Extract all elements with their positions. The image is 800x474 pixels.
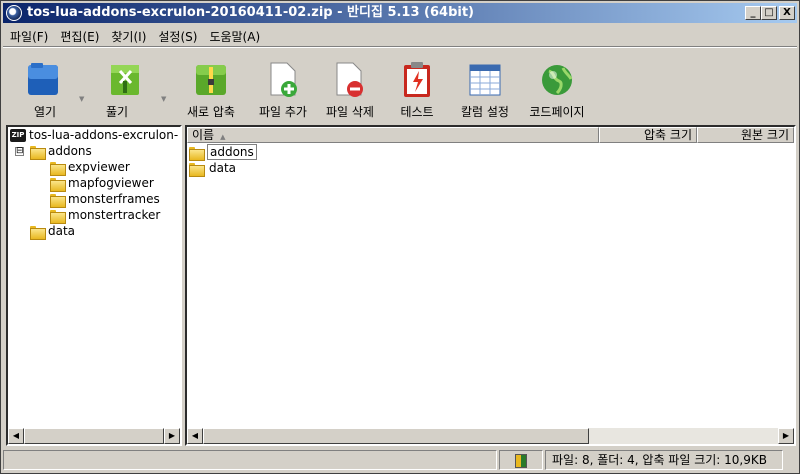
- codepage-label: 코드페이지: [529, 105, 585, 119]
- scroll-left-arrow-icon[interactable]: ◀: [187, 428, 203, 444]
- menu-find[interactable]: 찾기(I): [104, 25, 151, 45]
- folder-icon: [189, 162, 205, 177]
- test-label: 테스트: [400, 105, 434, 119]
- window-title: tos-lua-addons-excrulon-20160411-02.zip …: [27, 5, 474, 20]
- folder-icon: [50, 209, 66, 224]
- status-bar: 파일: 8, 폴더: 4, 압축 파일 크기: 10,9KB: [3, 448, 797, 472]
- delete-file-label: 파일 삭제: [326, 105, 374, 119]
- folder-icon: [50, 177, 66, 192]
- globe-icon: [542, 65, 573, 95]
- folder-icon: [50, 193, 66, 208]
- column-settings-label: 칼럼 설정: [461, 105, 509, 119]
- column-settings-icon: [469, 64, 501, 96]
- status-empty-cell: [3, 450, 497, 470]
- tree-item-label: monsterframes: [68, 192, 160, 206]
- list-item-addons[interactable]: addons: [189, 144, 257, 161]
- menu-divider: [3, 46, 797, 48]
- delete-file-icon: [336, 62, 363, 97]
- tree-root[interactable]: ZIP tos-lua-addons-excrulon-: [10, 127, 178, 143]
- delete-file-button[interactable]: 파일 삭제: [317, 49, 383, 121]
- tree-item-expviewer[interactable]: expviewer: [50, 159, 130, 176]
- menu-edit[interactable]: 편집(E): [53, 25, 104, 45]
- folder-icon: [189, 146, 205, 161]
- new-archive-label: 새로 압축: [187, 105, 235, 119]
- tree-item-monstertracker[interactable]: monstertracker: [50, 207, 161, 224]
- maximize-button[interactable]: □: [761, 6, 777, 20]
- zip-file-icon: ZIP: [10, 129, 26, 142]
- folder-icon: [30, 225, 46, 240]
- app-window: tos-lua-addons-excrulon-20160411-02.zip …: [0, 0, 800, 474]
- scrollbar-thumb[interactable]: [203, 428, 589, 444]
- title-bar[interactable]: tos-lua-addons-excrulon-20160411-02.zip …: [3, 3, 797, 23]
- column-name-label: 이름: [192, 128, 215, 142]
- test-clipboard-icon: [404, 62, 430, 97]
- tree-item-data[interactable]: data: [30, 223, 76, 240]
- folder-tree-pane[interactable]: ZIP tos-lua-addons-excrulon- ⊟ addons exp…: [6, 125, 182, 446]
- scrollbar-thumb[interactable]: [24, 428, 164, 444]
- menu-settings[interactable]: 설정(S): [151, 25, 202, 45]
- column-header-original-size[interactable]: 원본 크기: [697, 127, 794, 143]
- list-item-name: data: [209, 161, 237, 175]
- codepage-button[interactable]: 코드페이지: [523, 49, 591, 121]
- add-file-label: 파일 추가: [259, 105, 307, 119]
- close-button[interactable]: X: [779, 6, 795, 20]
- toolbar: ▼ 열기 ▼ 풀기 새로 압축 파일 추가 파일 삭제 테스트 칼럼 설정 코드…: [3, 49, 797, 123]
- test-button[interactable]: 테스트: [387, 49, 447, 121]
- folder-icon: [30, 145, 46, 160]
- scroll-right-arrow-icon[interactable]: ▶: [778, 428, 794, 444]
- menu-help[interactable]: 도움말(A): [202, 25, 265, 45]
- tree-item-label: addons: [48, 144, 92, 158]
- open-button[interactable]: ▼ 열기: [13, 49, 84, 121]
- add-file-button[interactable]: 파일 추가: [249, 49, 317, 121]
- list-item-data[interactable]: data: [189, 160, 238, 177]
- minimize-button[interactable]: _: [745, 6, 761, 20]
- scroll-right-arrow-icon[interactable]: ▶: [164, 428, 180, 444]
- extract-label: 풀기: [105, 105, 129, 119]
- open-label: 열기: [33, 105, 57, 119]
- sort-ascending-icon: ▲: [220, 133, 226, 141]
- new-archive-button[interactable]: 새로 압축: [179, 49, 243, 121]
- open-folder-icon: [28, 63, 58, 95]
- scroll-left-arrow-icon[interactable]: ◀: [8, 428, 24, 444]
- new-archive-icon: [196, 65, 226, 95]
- menu-bar: 파일(F) 편집(E) 찾기(I) 설정(S) 도움말(A): [3, 25, 797, 45]
- tree-item-label: monstertracker: [68, 208, 161, 222]
- extract-icon: [111, 65, 139, 95]
- extract-dropdown-icon[interactable]: ▼: [161, 95, 166, 103]
- status-summary: 파일: 8, 폴더: 4, 압축 파일 크기: 10,9KB: [545, 450, 783, 470]
- tree-item-label: mapfogviewer: [68, 176, 154, 190]
- list-item-name: addons: [207, 144, 257, 160]
- list-horizontal-scrollbar[interactable]: ◀ ▶: [187, 428, 794, 444]
- add-file-icon: [270, 62, 297, 97]
- file-list-pane[interactable]: 이름 ▲ 압축 크기 원본 크기 addons data ◀ ▶: [185, 125, 796, 446]
- tree-item-label: expviewer: [68, 160, 130, 174]
- status-icon-cell: [499, 450, 543, 470]
- folder-icon: [50, 161, 66, 176]
- extract-button[interactable]: ▼ 풀기: [91, 49, 166, 121]
- open-dropdown-icon[interactable]: ▼: [79, 95, 84, 103]
- tree-horizontal-scrollbar[interactable]: ◀ ▶: [8, 428, 180, 444]
- column-header-name[interactable]: 이름 ▲: [187, 127, 599, 143]
- tree-item-addons[interactable]: addons: [30, 143, 92, 160]
- menu-file[interactable]: 파일(F): [3, 25, 53, 45]
- tree-item-label: data: [48, 224, 76, 238]
- bandizip-app-icon[interactable]: [6, 5, 22, 21]
- tree-item-monsterframes[interactable]: monsterframes: [50, 191, 160, 208]
- collapse-addons-icon[interactable]: ⊟: [15, 147, 24, 156]
- archive-status-icon: [515, 453, 527, 468]
- column-header-packed-size[interactable]: 압축 크기: [599, 127, 697, 143]
- tree-item-mapfogviewer[interactable]: mapfogviewer: [50, 175, 154, 192]
- tree-root-label: tos-lua-addons-excrulon-: [29, 128, 179, 142]
- list-header: 이름 ▲ 압축 크기 원본 크기: [187, 127, 794, 143]
- column-settings-button[interactable]: 칼럼 설정: [453, 49, 517, 121]
